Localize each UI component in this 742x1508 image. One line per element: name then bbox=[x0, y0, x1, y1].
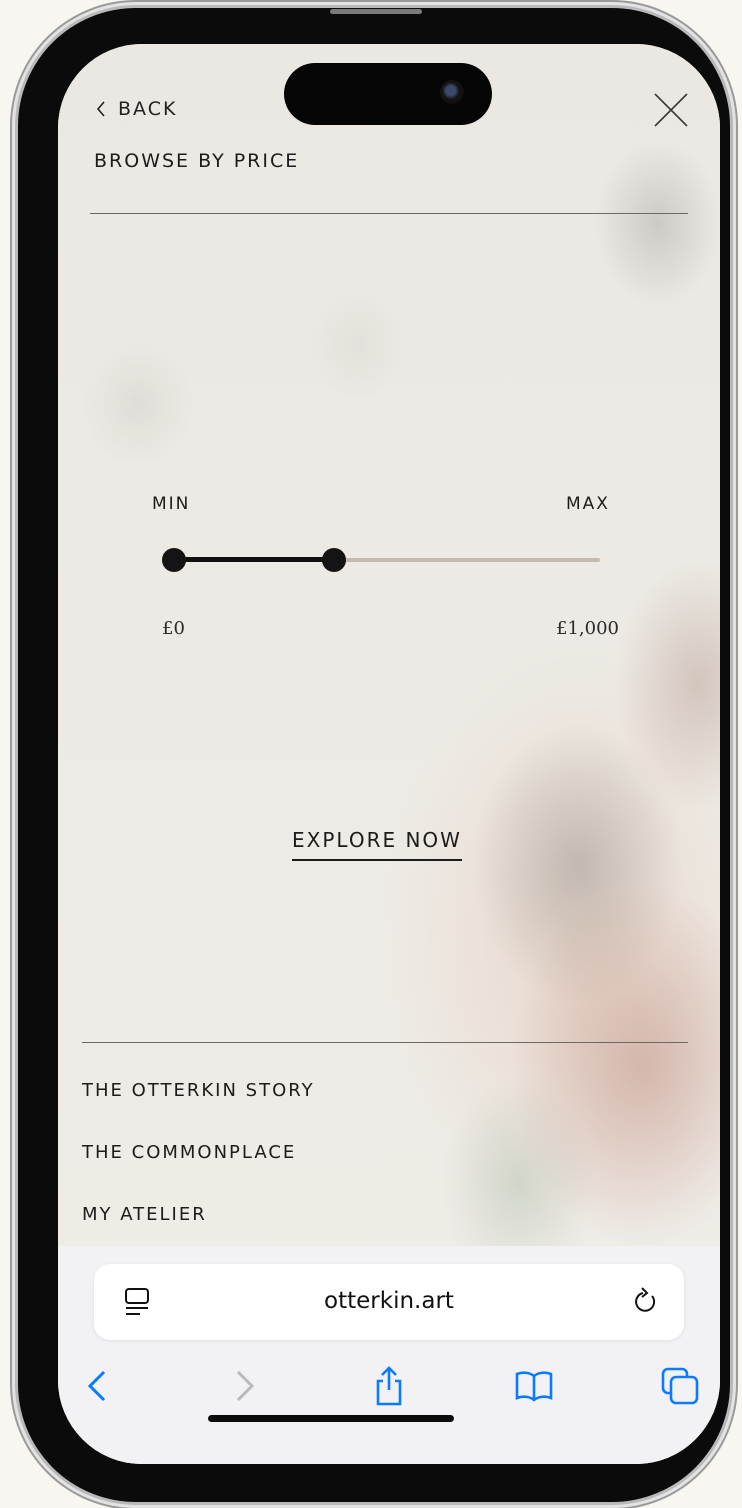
max-price-value: £1,000 bbox=[556, 618, 619, 639]
url-text: otterkin.art bbox=[324, 1288, 454, 1314]
address-bar[interactable]: otterkin.art bbox=[94, 1264, 684, 1340]
back-link[interactable]: BACK bbox=[96, 98, 177, 120]
explore-now-button[interactable]: EXPLORE NOW bbox=[292, 828, 462, 861]
nav-item-commonplace[interactable]: THE COMMONPLACE bbox=[82, 1142, 315, 1204]
min-price-value: £0 bbox=[162, 618, 185, 639]
forward-arrow-icon[interactable] bbox=[224, 1366, 264, 1406]
footer-nav: THE OTTERKIN STORY THE COMMONPLACE MY AT… bbox=[82, 1080, 315, 1266]
back-label: BACK bbox=[118, 98, 178, 120]
browser-toolbar: otterkin.art bbox=[58, 1246, 720, 1464]
close-button[interactable] bbox=[653, 92, 689, 128]
slider-selected-range bbox=[174, 557, 334, 562]
nav-item-otterkin-story[interactable]: THE OTTERKIN STORY bbox=[82, 1080, 315, 1142]
close-icon bbox=[654, 93, 688, 127]
book-icon[interactable] bbox=[514, 1366, 554, 1406]
browser-nav-bar bbox=[58, 1360, 720, 1416]
tabs-icon[interactable] bbox=[660, 1366, 700, 1406]
slider-min-handle[interactable] bbox=[162, 548, 186, 572]
screen: BACK BROWSE BY PRICE MIN MAX £0 £1,000 E… bbox=[58, 44, 720, 1464]
chevron-left-icon bbox=[96, 101, 105, 117]
slider-max-handle[interactable] bbox=[321, 548, 346, 572]
page-title: BROWSE BY PRICE bbox=[94, 150, 300, 172]
max-label: MAX bbox=[566, 494, 610, 514]
camera-icon bbox=[440, 80, 464, 104]
price-range-slider[interactable] bbox=[162, 548, 600, 572]
home-indicator[interactable] bbox=[208, 1415, 454, 1422]
min-label: MIN bbox=[152, 494, 191, 514]
speaker-grille bbox=[330, 9, 422, 14]
reload-icon[interactable] bbox=[632, 1286, 660, 1316]
back-arrow-icon[interactable] bbox=[78, 1366, 118, 1406]
share-icon[interactable] bbox=[369, 1366, 409, 1406]
divider bbox=[90, 213, 688, 214]
divider bbox=[82, 1042, 688, 1043]
